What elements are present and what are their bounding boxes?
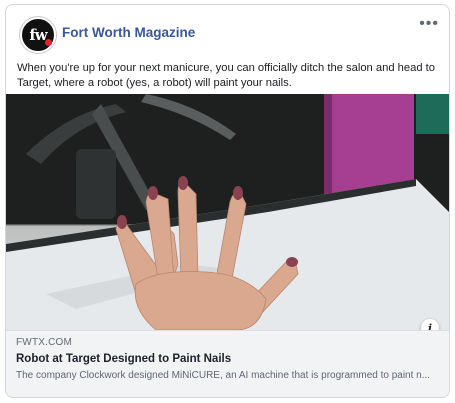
- link-description: The company Clockwork designed MiNiCURE,…: [16, 370, 431, 381]
- link-preview-info[interactable]: FWTX.COM Robot at Target Designed to Pai…: [6, 330, 449, 397]
- facebook-post-card: fw Fort Worth Magazine ••• When you're u…: [5, 4, 450, 398]
- post-text: When you're up for your next manicure, y…: [17, 62, 435, 89]
- robot-manicure-photo: [6, 94, 449, 330]
- page-avatar[interactable]: fw: [20, 17, 56, 53]
- more-options-icon[interactable]: •••: [419, 15, 439, 33]
- link-title[interactable]: Robot at Target Designed to Paint Nails: [16, 353, 439, 365]
- link-preview-image[interactable]: i: [6, 94, 449, 330]
- avatar-red-dot: [45, 39, 52, 46]
- page-name-link[interactable]: Fort Worth Magazine: [62, 25, 195, 40]
- info-icon[interactable]: i: [421, 319, 439, 330]
- link-domain: FWTX.COM: [16, 337, 73, 348]
- post-header: fw Fort Worth Magazine •••: [6, 5, 449, 59]
